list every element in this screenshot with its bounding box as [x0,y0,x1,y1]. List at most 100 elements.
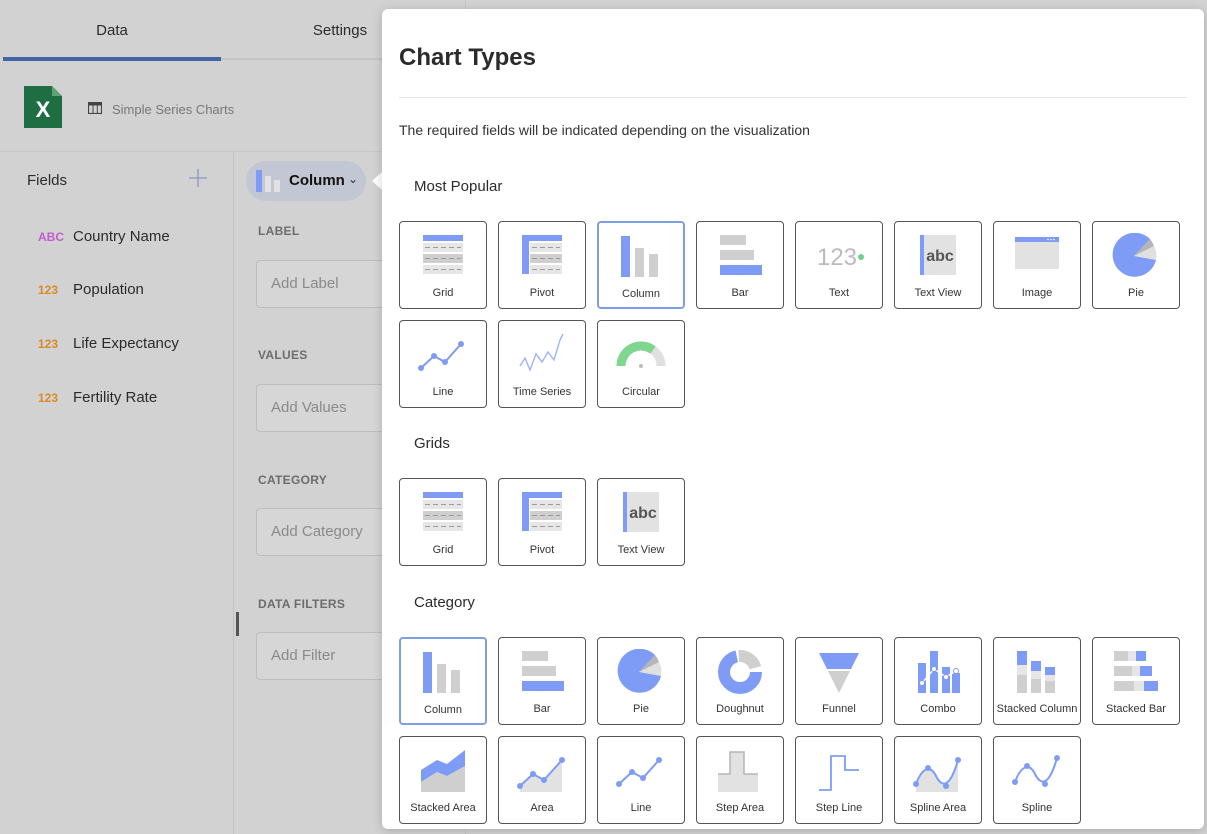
chart-type-label: Column [622,288,660,300]
chart-type-card-line[interactable]: Line [597,736,685,824]
add-field-icon[interactable] [188,168,208,188]
chart-type-card-stackedarea[interactable]: Stacked Area [399,736,487,824]
chart-type-label: Text [828,287,850,299]
chart-type-card-timeseries[interactable]: Time Series [498,320,586,408]
chart-type-card-textview[interactable]: abc Text View [894,221,982,309]
chart-type-selector[interactable]: Column ⌄ [246,161,366,201]
chart-type-label: Column [424,704,462,716]
field-name: Life Expectancy [73,335,179,352]
field-type-badge: 123 [38,391,59,405]
chart-type-label: Circular [622,386,660,398]
chart-type-card-area[interactable]: Area [498,736,586,824]
chart-type-card-spline[interactable]: Spline [993,736,1081,824]
shelf-filters-title: DATA FILTERS [258,597,346,611]
svg-text:abc: abc [926,248,954,265]
chart-type-card-grid[interactable]: Grid [399,478,487,566]
svg-text:abc: abc [629,505,657,522]
chart-type-card-line[interactable]: Line [399,320,487,408]
chart-type-card-splinearea[interactable]: Spline Area [894,736,982,824]
chart-type-card-pie[interactable]: Pie [597,637,685,725]
modal-description: The required fields will be indicated de… [399,122,810,138]
chart-type-card-bar[interactable]: Bar [498,637,586,725]
chart-type-label: Grid [432,544,454,556]
field-type-badge: 123 [38,337,59,351]
fields-panel: Fields ABC Country Name 123 Population 123… [0,152,234,834]
chart-type-label: Stacked Area [410,802,476,814]
chart-type-card-image[interactable]: Image [993,221,1081,309]
chart-type-card-steparea[interactable]: Step Area [696,736,784,824]
chart-type-label: Pie [633,703,649,715]
textview-chart-icon: abc [920,235,956,275]
chart-type-card-combo[interactable]: Combo [894,637,982,725]
chart-type-card-column[interactable]: Column [597,221,685,309]
modal-title: Chart Types [399,44,536,71]
chart-type-card-circular[interactable]: Circular [597,320,685,408]
area-chart-icon [517,757,565,792]
line-chart-icon [616,757,662,787]
steparea-chart-icon [718,751,758,792]
combo-chart-icon [918,651,960,693]
funnel-chart-icon [819,653,859,693]
timeseries-chart-icon [519,333,564,372]
text-chart-icon: 123 [817,244,864,271]
chart-type-label: Area [530,802,554,814]
field-type-badge: ABC [38,230,64,244]
table-icon [88,102,102,114]
chart-type-card-grid[interactable]: Grid [399,221,487,309]
chart-type-label: Line [630,802,652,814]
chart-type-label: Text View [914,287,962,299]
chart-type-label: Grid [432,287,454,299]
pivot-chart-icon [522,492,562,531]
chart-type-label: Column [289,172,345,189]
chart-type-label: Stacked Column [996,703,1078,715]
modal-divider [399,97,1187,98]
chart-type-card-stepline[interactable]: Step Line [795,736,883,824]
field-item[interactable]: 123 Fertility Rate [38,389,157,413]
svg-text:123: 123 [817,244,857,271]
chart-type-card-doughnut[interactable]: Doughnut [696,637,784,725]
tab-data[interactable]: Data [3,0,221,62]
pie-chart-icon [617,649,662,693]
grid-chart-icon [423,235,463,274]
resize-handle[interactable] [236,612,239,636]
chart-type-label: Text View [617,544,665,556]
textview-chart-icon: abc [623,492,659,532]
chart-type-card-stackedbar[interactable]: Stacked Bar [1092,637,1180,725]
image-chart-icon [1015,237,1059,269]
chart-type-label: Spline Area [909,802,967,814]
stackedcolumn-chart-icon [1017,651,1055,693]
section-title-most-popular: Most Popular [414,178,503,195]
chart-type-label: Time Series [512,386,572,398]
chart-type-card-stackedcolumn[interactable]: Stacked Column [993,637,1081,725]
chart-type-card-pivot[interactable]: Pivot [498,221,586,309]
chart-type-card-bar[interactable]: Bar [696,221,784,309]
chart-type-card-textview[interactable]: abc Text View [597,478,685,566]
chart-type-label: Step Area [715,802,765,814]
chart-types-modal: Chart Types The required fields will be … [382,9,1204,829]
chart-type-label: Stacked Bar [1106,703,1166,715]
chart-type-label: Pie [1128,287,1144,299]
chart-type-label: Spline [1021,802,1053,814]
chart-type-label: Combo [920,703,956,715]
field-item[interactable]: 123 Population [38,281,144,305]
chart-type-label: Funnel [822,703,856,715]
chart-type-label: Pivot [529,287,555,299]
shelf-values-title: VALUES [258,348,308,362]
column-chart-icon [256,170,280,192]
chart-type-card-pie[interactable]: Pie [1092,221,1180,309]
spline-chart-icon [1012,755,1060,787]
data-source-name[interactable]: Simple Series Charts [112,102,234,117]
field-item[interactable]: ABC Country Name [38,228,170,252]
pie-chart-icon [1112,233,1157,277]
chart-type-card-column[interactable]: Column [399,637,487,725]
chart-type-card-funnel[interactable]: Funnel [795,637,883,725]
field-name: Country Name [73,228,170,245]
chart-type-label: Bar [533,703,551,715]
svg-text:X: X [36,97,51,122]
column-chart-icon [621,236,658,277]
field-item[interactable]: 123 Life Expectancy [38,335,179,359]
chart-type-label: Step Line [815,802,863,814]
chart-type-card-pivot[interactable]: Pivot [498,478,586,566]
shelf-category-title: CATEGORY [258,473,328,487]
chart-type-card-text[interactable]: 123 Text [795,221,883,309]
